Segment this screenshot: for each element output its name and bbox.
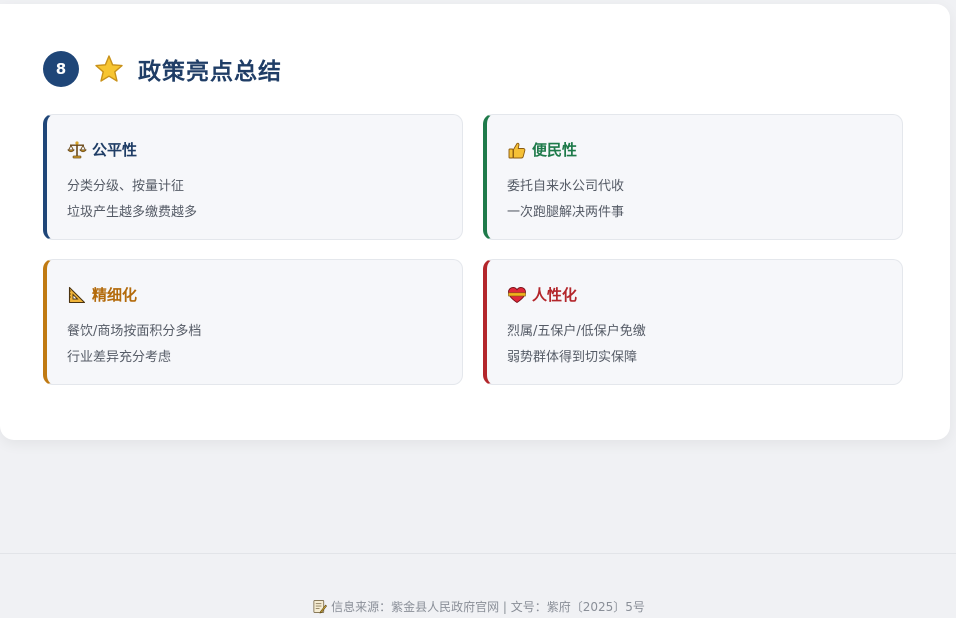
feature-title: 便民性 bbox=[532, 141, 578, 159]
footer-divider bbox=[0, 553, 956, 554]
feature-card-fairness: 公平性 分类分级、按量计征 垃圾产生越多缴费越多 bbox=[43, 114, 463, 240]
triangle-ruler-icon bbox=[67, 285, 87, 305]
feature-line: 委托自来水公司代收 bbox=[507, 179, 625, 194]
star-icon bbox=[93, 53, 125, 85]
feature-line: 行业差异充分考虑 bbox=[67, 350, 172, 365]
feature-title: 精细化 bbox=[92, 286, 138, 304]
section-title: 政策亮点总结 bbox=[138, 59, 282, 85]
policy-highlights-card: 8 政策亮点总结 公平性 分类分级、按量计征 垃圾产生越多缴费越多 便民性 委托… bbox=[0, 4, 950, 440]
heart-ribbon-icon bbox=[507, 285, 527, 305]
page: 8 政策亮点总结 公平性 分类分级、按量计征 垃圾产生越多缴费越多 便民性 委托… bbox=[0, 0, 956, 618]
feature-card-humanization: 人性化 烈属/五保户/低保户免缴 弱势群体得到切实保障 bbox=[483, 259, 903, 385]
source-text: 信息来源：紫金县人民政府官网 | 文号：紫府〔2025〕5号 bbox=[331, 600, 645, 614]
feature-card-convenience: 便民性 委托自来水公司代收 一次跑腿解决两件事 bbox=[483, 114, 903, 240]
thumbs-up-icon bbox=[507, 140, 527, 160]
section-number-badge: 8 bbox=[43, 51, 79, 87]
feature-card-refinement: 精细化 餐饮/商场按面积分多档 行业差异充分考虑 bbox=[43, 259, 463, 385]
feature-line: 垃圾产生越多缴费越多 bbox=[67, 205, 198, 220]
section-header: 8 政策亮点总结 bbox=[43, 49, 282, 89]
feature-line: 弱势群体得到切实保障 bbox=[507, 350, 638, 365]
feature-line: 餐饮/商场按面积分多档 bbox=[67, 324, 202, 339]
feature-title: 公平性 bbox=[92, 141, 138, 159]
balance-scale-icon bbox=[67, 140, 87, 160]
feature-line: 分类分级、按量计征 bbox=[67, 179, 185, 194]
feature-line: 烈属/五保户/低保户免缴 bbox=[507, 324, 646, 339]
memo-icon bbox=[311, 599, 327, 615]
feature-title-row: 便民性 bbox=[507, 139, 577, 160]
source-footer: 信息来源：紫金县人民政府官网 | 文号：紫府〔2025〕5号 bbox=[0, 598, 956, 615]
feature-title-row: 精细化 bbox=[67, 284, 137, 305]
feature-title: 人性化 bbox=[532, 286, 578, 304]
feature-title-row: 公平性 bbox=[67, 139, 137, 160]
feature-title-row: 人性化 bbox=[507, 284, 577, 305]
feature-line: 一次跑腿解决两件事 bbox=[507, 205, 625, 220]
